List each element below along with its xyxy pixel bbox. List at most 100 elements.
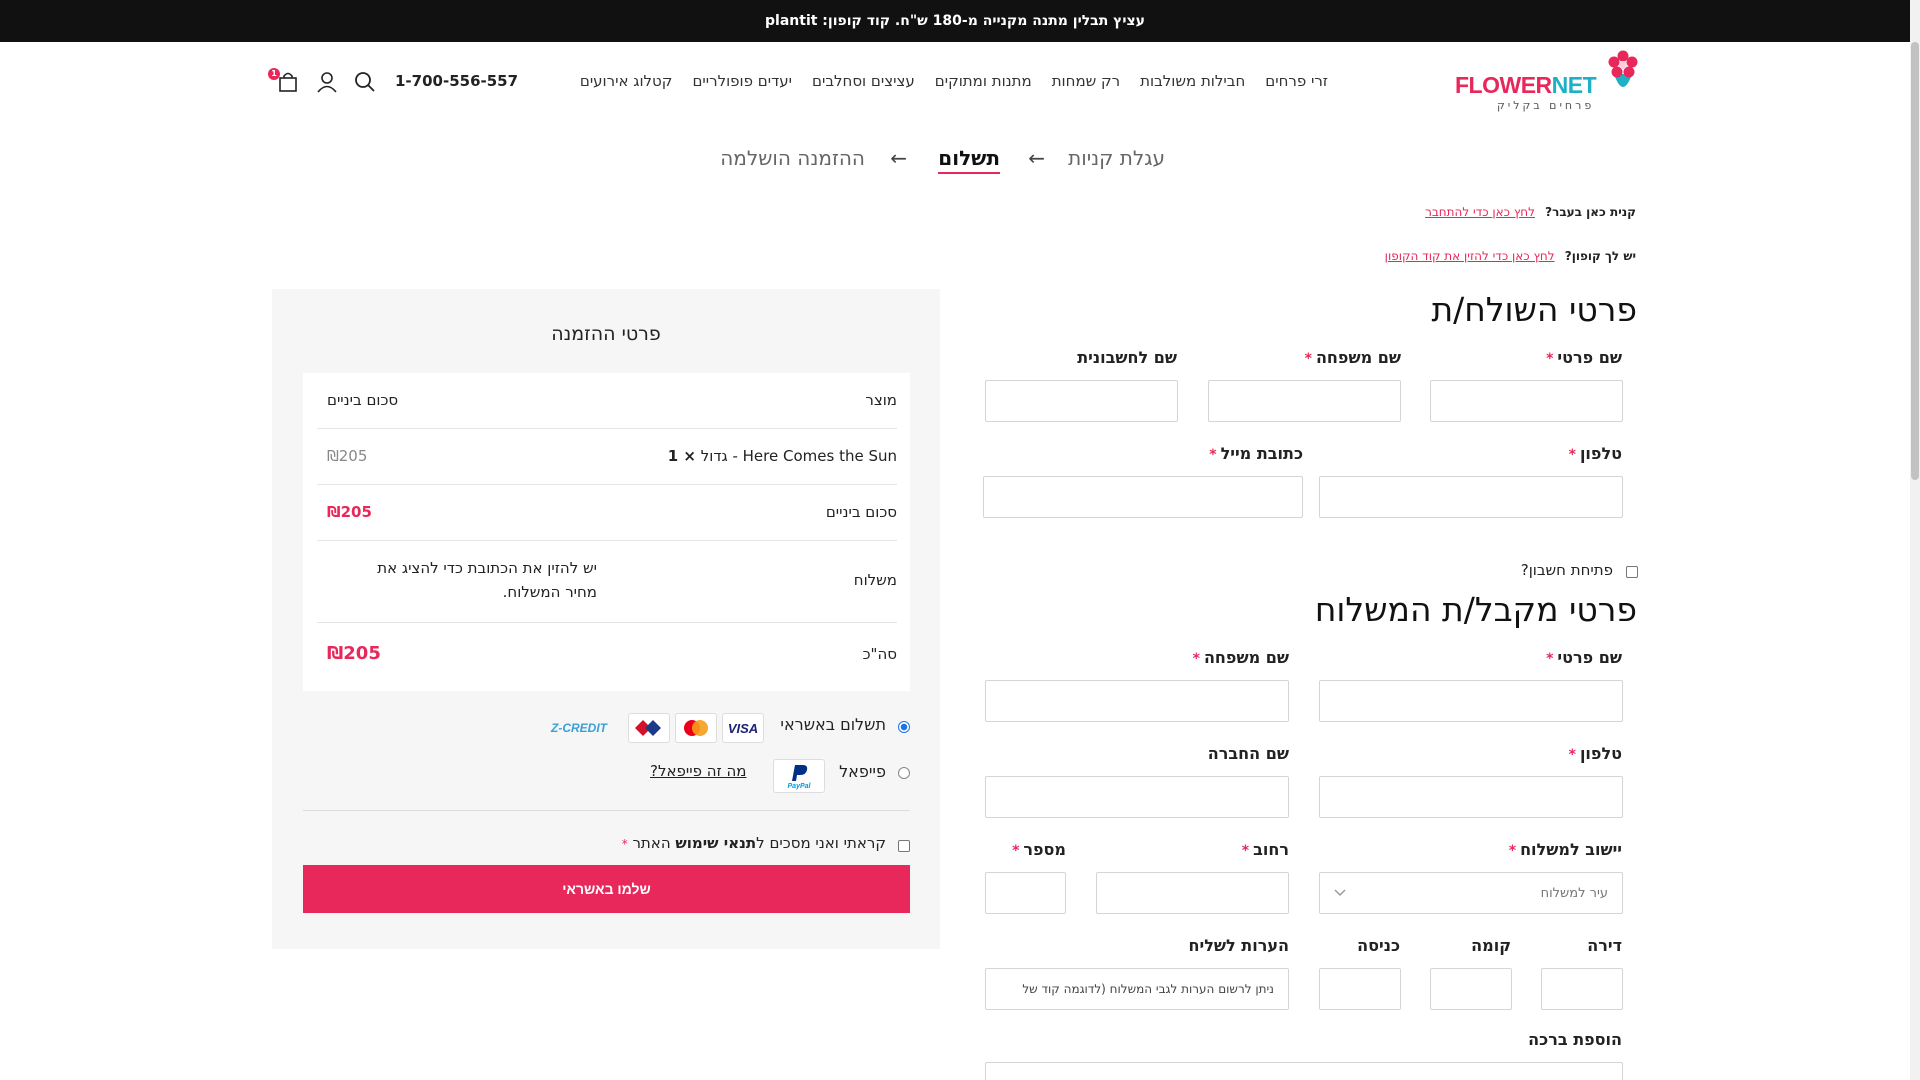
login-notice: קנית כאן בעבר? לחץ כאן כדי להתחבר [1425, 205, 1636, 219]
subtotal-label: סכום ביניים [825, 503, 897, 521]
create-account-checkbox[interactable] [1626, 566, 1638, 578]
paypal-info-link[interactable]: מה זה פייפאל? [650, 762, 746, 780]
greeting-label: הוספת ברכה [1528, 1030, 1622, 1049]
divider [303, 810, 910, 811]
create-account-label: פתיחת חשבון? [1520, 561, 1613, 579]
recipient-entrance-label: כניסה [1357, 936, 1400, 955]
sender-last-name-field[interactable] [1208, 380, 1401, 422]
item-price: ₪205 [327, 447, 368, 465]
promo-bar: עציץ תבלין מתנה מקנייה מ-180 ש"ח. קוד קו… [0, 0, 1910, 42]
recipient-last-name-label: שם משפחה* [1192, 648, 1289, 667]
coupon-link[interactable]: לחץ כאן כדי להזין את קוד הקופון [1385, 249, 1555, 263]
step-payment: תשלום [938, 146, 1000, 174]
nav-item-plants-orchids[interactable]: עציצים וסחלבים [812, 72, 915, 90]
subtotal-row: סכום ביניים ₪205 [317, 485, 897, 541]
sender-first-name-label: שם פרטי* [1546, 348, 1622, 367]
col-product-header: מוצר [865, 391, 897, 409]
sender-first-name-field[interactable] [1430, 380, 1623, 422]
recipient-number-label: מספר* [1012, 840, 1066, 859]
recipient-street-label: רחוב* [1241, 840, 1289, 859]
main-nav: זרי פרחים חבילות משולבות רק שמחות מתנות … [580, 72, 1328, 90]
recipient-last-name-field[interactable] [985, 680, 1289, 722]
coupon-notice: יש לך קופון? לחץ כאן כדי להזין את קוד הק… [1384, 249, 1636, 263]
scrollbar-thumb[interactable] [1911, 42, 1919, 480]
recipient-number-field[interactable] [985, 872, 1066, 914]
city-select-placeholder: עיר למשלוח [1540, 885, 1608, 901]
zcredit-logo-icon: Z-CREDIT [551, 721, 607, 735]
recipient-entrance-field[interactable] [1319, 968, 1401, 1010]
total-label: סה"כ [862, 645, 897, 663]
logo-wordmark: FLOWERNET [1455, 72, 1597, 98]
page-scrollbar[interactable] [1910, 0, 1920, 1080]
sender-last-name-label: שם משפחה* [1304, 348, 1401, 367]
phone-number[interactable]: 1-700-556-557 [395, 72, 518, 90]
shipping-label: משלוח [853, 571, 897, 589]
search-icon[interactable] [354, 71, 376, 93]
recipient-floor-label: קומה [1471, 936, 1511, 955]
recipient-company-field[interactable] [985, 776, 1289, 818]
user-icon[interactable] [316, 71, 338, 93]
item-name: Here Comes the Sun - גדול × 1 [667, 447, 897, 465]
subtotal-value: ₪205 [327, 503, 372, 521]
table-header-row: מוצר סכום ביניים [317, 373, 897, 429]
nav-item-bouquets[interactable]: זרי פרחים [1265, 72, 1328, 90]
paypal-payment-radio[interactable] [898, 767, 910, 779]
step-complete: ההזמנה הושלמה [720, 146, 865, 170]
credit-payment-label: תשלום באשראי [780, 715, 886, 734]
recipient-phone-label: טלפון* [1568, 744, 1622, 763]
cart-count-badge: 1 [268, 68, 280, 80]
table-row: Here Comes the Sun - גדול × 1 ₪205 [317, 429, 897, 485]
recipient-phone-field[interactable] [1319, 776, 1623, 818]
terms-link[interactable]: תנאי שימוש [675, 834, 756, 852]
nav-item-gifts-sweets[interactable]: מתנות ומתוקים [935, 72, 1032, 90]
recipient-first-name-field[interactable] [1319, 680, 1623, 722]
site-logo[interactable]: FLOWERNET פרחים בקליק [1455, 50, 1640, 116]
sender-phone-label: טלפון* [1568, 444, 1622, 463]
sender-email-label: כתובת מייל* [1209, 444, 1303, 463]
credit-payment-radio[interactable] [898, 721, 910, 733]
total-row: סה"כ ₪205 [317, 623, 897, 691]
sender-invoice-name-field[interactable] [985, 380, 1178, 422]
courier-notes-label: הערות לשליח [1188, 936, 1289, 955]
order-box-edge [272, 283, 940, 291]
step-cart[interactable]: עגלת קניות [1068, 146, 1165, 170]
visa-logo-icon: VISA [722, 713, 764, 743]
isracard-logo-icon [628, 713, 670, 743]
courier-notes-field[interactable]: ניתן לרשום הערות לגבי המשלוח (לדוגמה קוד… [985, 968, 1289, 1010]
nav-item-events-catalog[interactable]: קטלוג אירועים [580, 72, 673, 90]
nav-item-popular-destinations[interactable]: יעדים פופולריים [692, 72, 792, 90]
mastercard-logo-icon [675, 713, 717, 743]
sender-title: פרטי השולח/ת [1431, 290, 1637, 329]
step-arrow-icon: ← [890, 146, 907, 170]
promo-text: עציץ תבלין מתנה מקנייה מ-180 ש"ח. קוד קו… [765, 13, 1145, 29]
terms-checkbox[interactable] [898, 840, 910, 852]
flower-logo-icon [1608, 50, 1638, 87]
pay-button[interactable]: שלמו באשראי [303, 865, 910, 913]
recipient-first-name-label: שם פרטי* [1546, 648, 1622, 667]
order-summary: פרטי ההזמנה מוצר סכום ביניים Here Comes … [272, 283, 940, 949]
step-arrow-icon: ← [1028, 146, 1045, 170]
recipient-company-label: שם החברה [1207, 744, 1289, 763]
nav-item-combo-packages[interactable]: חבילות משולבות [1140, 72, 1245, 90]
login-link[interactable]: לחץ כאן כדי להתחבר [1425, 205, 1535, 219]
shipping-note: יש להזין את הכתובת כדי להציג את מחיר המש… [377, 559, 597, 601]
logo-tagline: פרחים בקליק [1497, 99, 1595, 112]
cart-icon[interactable] [277, 71, 299, 93]
svg-text:PayPal: PayPal [788, 783, 812, 790]
greeting-field[interactable] [985, 1062, 1623, 1080]
recipient-floor-field[interactable] [1430, 968, 1512, 1010]
recipient-city-select[interactable]: עיר למשלוח [1319, 872, 1623, 914]
recipient-title: פרטי מקבל/ת המשלוח [1314, 590, 1637, 629]
order-title: פרטי ההזמנה [551, 323, 661, 345]
recipient-city-label: יישוב למשלוח* [1508, 840, 1622, 859]
courier-notes-placeholder: ניתן לרשום הערות לגבי המשלוח (לדוגמה קוד… [1022, 982, 1274, 996]
recipient-street-field[interactable] [1096, 872, 1289, 914]
sender-email-field[interactable] [983, 476, 1303, 518]
terms-label: קראתי ואני מסכים לתנאי שימוש האתר * [621, 834, 886, 852]
recipient-apartment-field[interactable] [1541, 968, 1623, 1010]
shipping-row: משלוח יש להזין את הכתובת כדי להציג את מח… [317, 541, 897, 623]
sender-invoice-name-label: שם לחשבונית [1077, 348, 1177, 367]
recipient-apartment-label: דירה [1587, 936, 1622, 955]
sender-phone-field[interactable] [1319, 476, 1623, 518]
nav-item-celebrations[interactable]: רק שמחות [1052, 72, 1120, 90]
